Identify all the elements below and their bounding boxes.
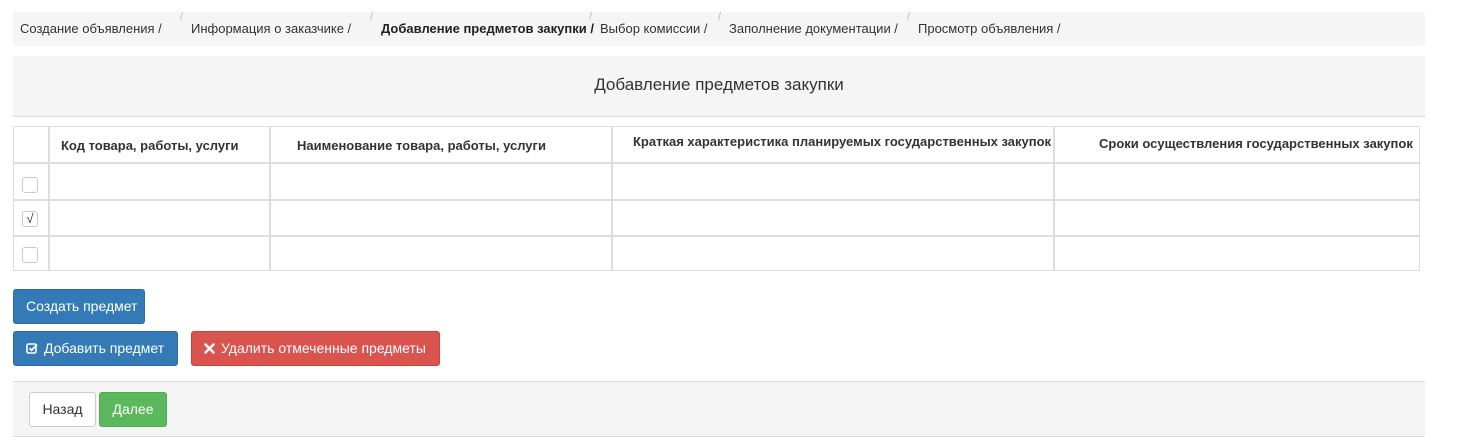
breadcrumb-separator: / [718,11,722,23]
row-divider [14,162,1419,164]
breadcrumb-separator: / [370,11,374,23]
breadcrumb: Создание объявления / / Информация о зак… [13,11,1425,46]
breadcrumb-item-customer-info[interactable]: Информация о заказчике / [191,12,351,46]
column-header-characteristic: Краткая характеристика планируемых госуд… [633,134,1052,149]
breadcrumb-item-add-items: Добавление предметов закупки / [381,21,594,36]
row-divider [14,235,1419,237]
row-checkbox-checked[interactable]: √ [22,211,38,227]
checkbox-edit-icon [26,332,38,365]
breadcrumb-separator: / [907,11,911,23]
items-table: Код товара, работы, услуги Наименование … [13,126,1420,271]
panel-title: Добавление предметов закупки [13,56,1425,117]
breadcrumb-separator: / [180,11,184,23]
column-header-name: Наименование товара, работы, услуги [297,138,546,153]
add-item-label: Добавить предмет [44,340,165,356]
breadcrumb-separator: / [589,11,593,23]
breadcrumb-item-create-announcement[interactable]: Создание объявления / [20,12,162,46]
next-button[interactable]: Далее [99,392,167,427]
create-item-button[interactable]: Создать предмет [13,289,145,324]
form-footer [13,381,1425,437]
column-header-code: Код товара, работы, услуги [61,138,239,153]
breadcrumb-item-commission[interactable]: Выбор комиссии / [600,12,708,46]
row-divider [14,199,1419,201]
row-checkbox[interactable] [22,177,38,193]
delete-checked-button[interactable]: Удалить отмеченные предметы [191,331,440,366]
row-checkbox[interactable] [22,247,38,263]
breadcrumb-item-preview[interactable]: Просмотр объявления / [918,12,1061,46]
add-item-button[interactable]: Добавить предмет [13,331,178,366]
back-button[interactable]: Назад [29,392,96,427]
breadcrumb-item-documentation[interactable]: Заполнение документации / [729,12,898,46]
close-icon [204,332,215,365]
column-header-terms: Сроки осуществления государственных заку… [1099,136,1413,151]
delete-checked-label: Удалить отмеченные предметы [221,340,426,356]
